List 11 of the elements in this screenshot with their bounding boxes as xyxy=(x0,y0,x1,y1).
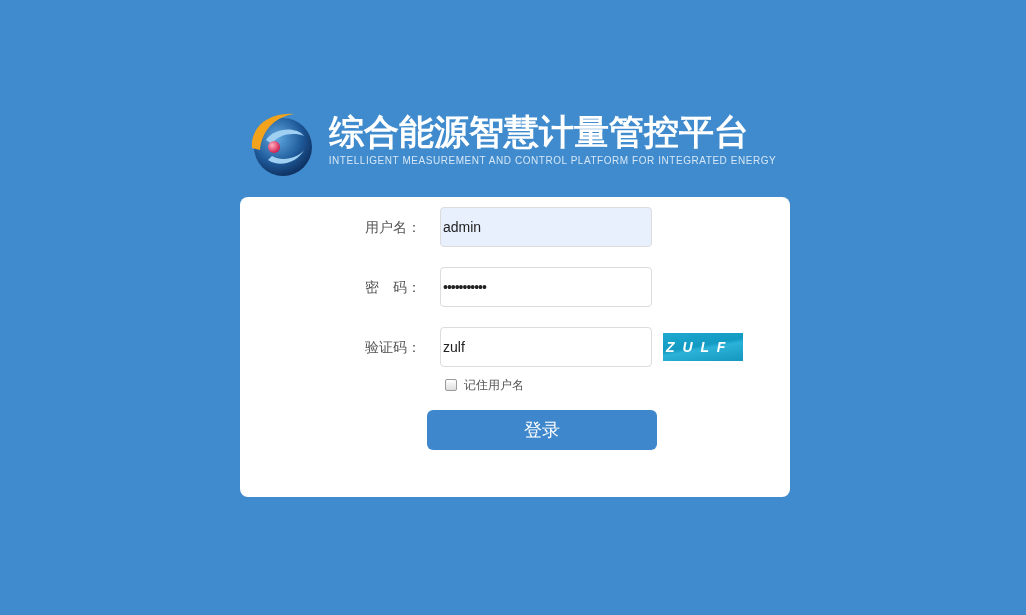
field-label: 验证码： xyxy=(365,337,422,357)
platform-subtitle: INTELLIGENT MEASUREMENT AND CONTROL PLATFORM FOR INTEGRATED ENERGY xyxy=(328,155,777,167)
remember-label: 记住用户名 xyxy=(464,377,524,394)
platform-title: 综合能源智慧计量管控平台 xyxy=(328,113,750,151)
remember-checkbox[interactable] xyxy=(445,379,457,391)
input-field[interactable]: ••••••••••• xyxy=(440,267,652,307)
field-label: 密 码： xyxy=(365,277,422,297)
input-field[interactable]: admin xyxy=(440,207,652,247)
input-field[interactable]: zulf xyxy=(440,327,652,367)
login-button[interactable]: 登录 xyxy=(427,410,657,450)
field-label: 用户名： xyxy=(365,217,422,237)
